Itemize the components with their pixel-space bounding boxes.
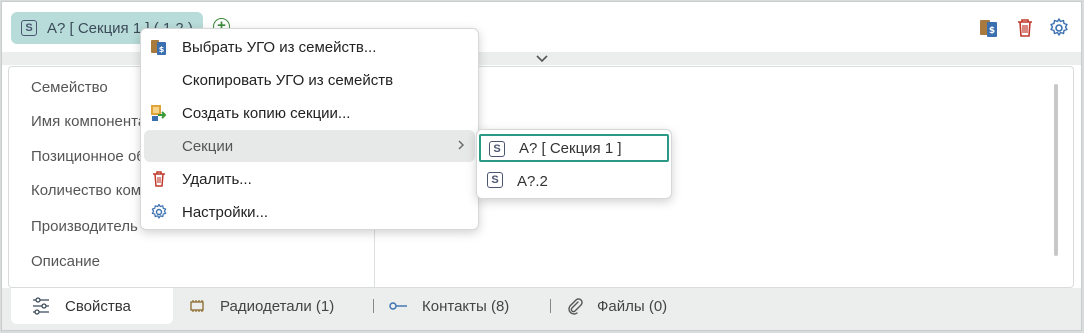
section-s-icon: S — [21, 20, 37, 36]
scrollbar[interactable] — [1054, 84, 1058, 256]
tab-pins[interactable]: Контакты (8) — [388, 288, 509, 324]
menu-item-label: Удалить... — [182, 170, 252, 188]
menu-item-label: Выбрать УГО из семейств... — [182, 38, 377, 56]
menu-item-copy-section[interactable]: Создать копию секции... — [144, 97, 475, 129]
gear-icon — [151, 203, 167, 219]
property-label: Производитель — [31, 218, 138, 235]
menu-item-label: Секции — [182, 137, 234, 155]
tab-files[interactable]: Файлы (0) — [567, 288, 667, 324]
menu-item-delete[interactable]: Удалить... — [144, 163, 475, 195]
chevron-down-icon[interactable] — [535, 54, 549, 63]
gear-icon[interactable] — [1048, 17, 1070, 39]
svg-text:$: $ — [989, 26, 995, 36]
trash-icon[interactable] — [1014, 17, 1036, 39]
sections-submenu: S A? [ Секция 1 ] S A?.2 — [476, 129, 672, 199]
property-label: Описание — [31, 253, 101, 270]
menu-item-label: Скопировать УГО из семейств — [182, 71, 394, 89]
context-menu: $ Выбрать УГО из семейств... Скопировать… — [140, 28, 479, 230]
submenu-item-section-1[interactable]: S A? [ Секция 1 ] — [479, 134, 669, 162]
menu-item-label: Создать копию секции... — [182, 104, 351, 122]
menu-item-label: Настройки... — [182, 203, 269, 221]
app-frame: S A? [ Секция 1 ] ( 1,2 ) + ⌄ $ Семейств… — [1, 1, 1082, 331]
pin-icon — [388, 300, 408, 312]
menu-item-pick-symbol[interactable]: $ Выбрать УГО из семейств... — [144, 31, 475, 63]
paperclip-icon — [567, 297, 583, 315]
copy-section-icon — [151, 105, 167, 121]
bottom-tabs: Свойства Радиодетали (1) Контакты (8) Фа… — [2, 288, 1081, 330]
section-s-icon: S — [487, 172, 503, 188]
library-icon[interactable]: $ — [978, 17, 1000, 39]
tab-divider — [373, 299, 374, 313]
tab-label: Файлы (0) — [597, 297, 668, 315]
tab-components[interactable]: Радиодетали (1) — [188, 288, 334, 324]
tab-properties[interactable]: Свойства — [11, 288, 173, 324]
library-pick-icon: $ — [151, 40, 166, 55]
trash-icon — [153, 171, 165, 187]
chip-icon — [188, 298, 206, 314]
submenu-item-label: A?.2 — [517, 172, 548, 190]
section-s-icon: S — [489, 141, 505, 157]
chevron-right-icon — [458, 140, 464, 150]
tab-label: Свойства — [65, 297, 131, 315]
svg-text:$: $ — [159, 45, 165, 54]
submenu-item-label: A? [ Секция 1 ] — [519, 139, 622, 157]
sliders-icon — [31, 297, 51, 315]
property-label: Семейство — [31, 79, 108, 96]
menu-item-copy-symbol[interactable]: Скопировать УГО из семейств — [144, 64, 475, 96]
menu-item-sections[interactable]: Секции — [144, 130, 475, 162]
menu-item-settings[interactable]: Настройки... — [144, 196, 475, 228]
tab-divider — [550, 299, 551, 313]
property-label: Имя компонента — [31, 113, 147, 130]
tab-label: Радиодетали (1) — [220, 297, 335, 315]
tab-label: Контакты (8) — [422, 297, 510, 315]
submenu-item-section-2[interactable]: S A?.2 — [479, 167, 669, 195]
